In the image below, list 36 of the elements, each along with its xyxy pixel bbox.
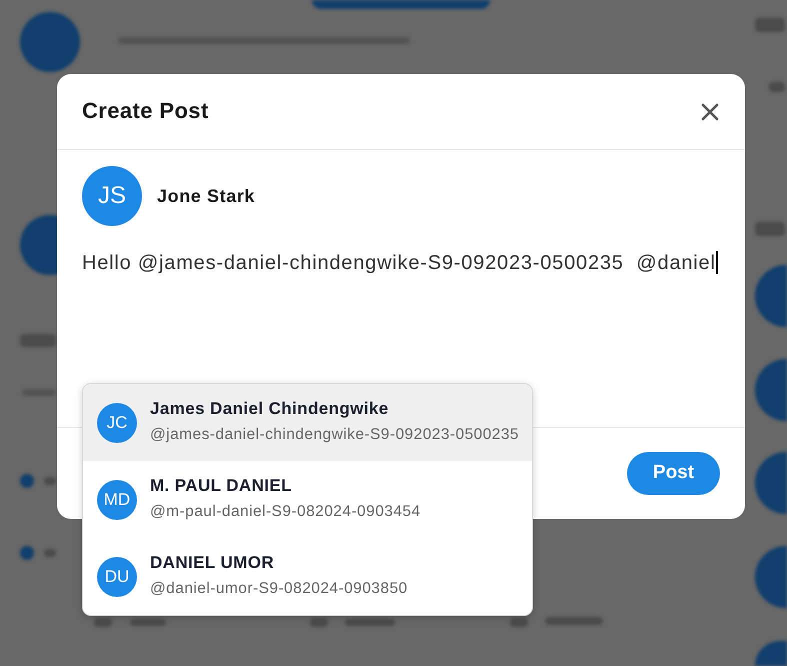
user-avatar: DU: [97, 556, 137, 596]
user-avatar: MD: [97, 480, 137, 520]
blurred-text: [545, 617, 603, 625]
blurred-text: [755, 18, 785, 32]
dot-icon: [20, 546, 34, 560]
user-handle: @m-paul-daniel-S9-082024-0903454: [150, 502, 421, 522]
mention-option[interactable]: MD M. PAUL DANIEL @m-paul-daniel-S9-082024-0903454: [83, 461, 532, 538]
user-name: DANIEL UMOR: [150, 552, 276, 574]
blurred-text: [22, 389, 56, 396]
blurred-text: [44, 477, 56, 485]
blurred-icon: [94, 618, 112, 627]
user-avatar: JS: [82, 166, 142, 226]
close-button[interactable]: [700, 102, 720, 122]
blurred-text: [755, 222, 785, 236]
user-handle: @daniel-umor-S9-082024-0903850: [150, 579, 408, 599]
blurred-icon: [510, 618, 528, 627]
author-name: Jone Stark: [157, 184, 256, 208]
blurred-text: [44, 549, 56, 557]
post-button[interactable]: Post: [627, 452, 720, 495]
post-text-field[interactable]: Hello @james-daniel-chindengwike-S9-092023-0500235 @daniel: [82, 250, 720, 276]
blurred-text: [345, 619, 395, 626]
user-name: James Daniel Chindengwike: [150, 398, 390, 420]
text-cursor: [716, 251, 718, 274]
blurred-text: [20, 334, 56, 347]
user-name: M. PAUL DANIEL: [150, 475, 293, 497]
user-handle: @james-daniel-chindengwike-S9-092023-0500235: [150, 425, 520, 445]
dialog-title: Create Post: [82, 98, 209, 125]
blurred-text: [130, 619, 166, 626]
blurred-text: [769, 82, 785, 92]
dot-icon: [20, 474, 34, 488]
mention-option[interactable]: DU DANIEL UMOR @daniel-umor-S9-082024-0903850: [83, 538, 532, 615]
user-avatar: JC: [97, 402, 137, 442]
mention-option[interactable]: JC James Daniel Chindengwike @james-daniel-chindengwike-S9-092023-0500235: [83, 384, 532, 461]
blurred-icon: [310, 618, 328, 627]
avatar-circle: [20, 12, 80, 72]
close-icon: [700, 102, 720, 122]
